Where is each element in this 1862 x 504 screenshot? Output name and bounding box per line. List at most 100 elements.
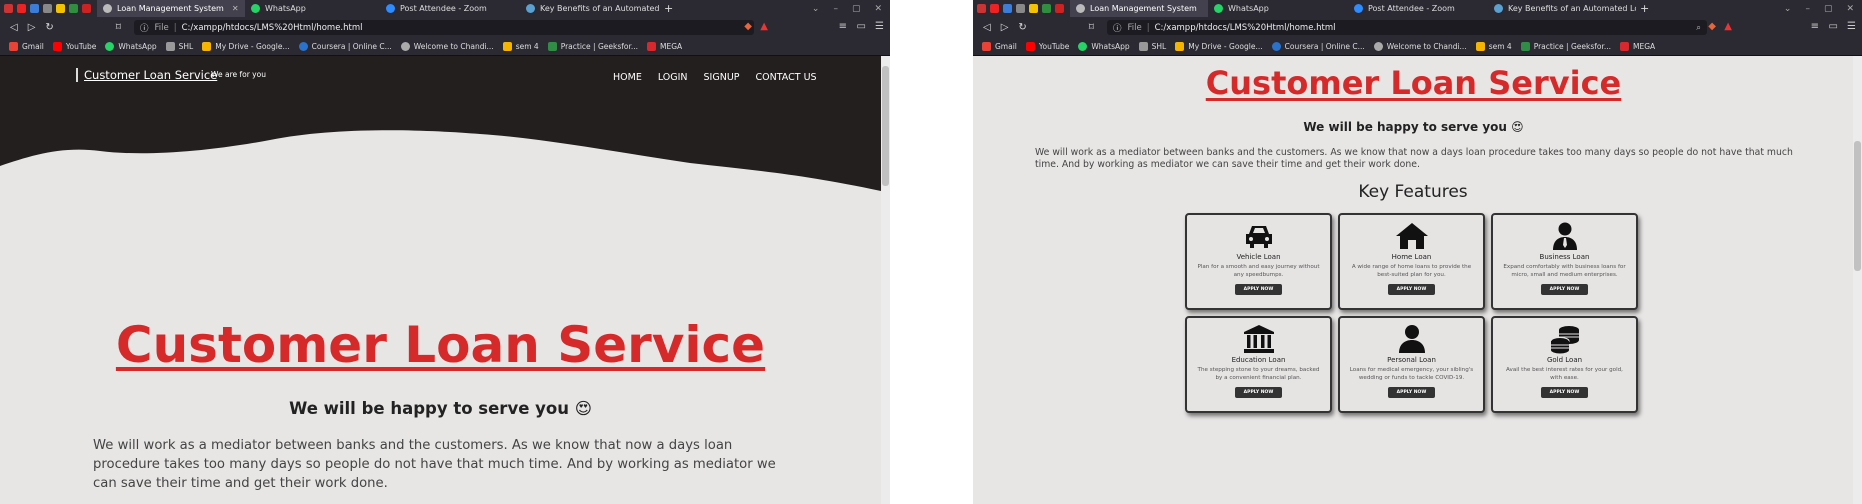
- pinned-tab-icon[interactable]: [1016, 4, 1025, 13]
- bookmark-icon[interactable]: ⌑: [116, 22, 121, 33]
- playlist-icon[interactable]: ≡: [839, 21, 847, 32]
- bookmark-gmail[interactable]: Gmail: [982, 42, 1017, 51]
- bookmark-label: sem 4: [515, 42, 539, 51]
- bookmark-gmail[interactable]: Gmail: [9, 42, 44, 51]
- youtube-icon: [52, 42, 62, 51]
- wallet-icon[interactable]: ▭: [857, 21, 866, 32]
- apply-now-button[interactable]: APPLY NOW: [1387, 284, 1436, 295]
- tab-loan-management[interactable]: Loan Management System ✕: [97, 0, 245, 17]
- bookmark-whatsapp[interactable]: WhatsApp: [105, 42, 157, 51]
- forward-icon[interactable]: ▷: [1001, 22, 1009, 33]
- bookmark-whatsapp[interactable]: WhatsApp: [1078, 42, 1130, 51]
- menu-icon[interactable]: ☰: [875, 21, 884, 32]
- reload-icon[interactable]: ↻: [1018, 22, 1026, 33]
- youtube-pinned-icon[interactable]: [17, 4, 26, 13]
- bookmark-shl[interactable]: SHL: [165, 42, 193, 51]
- youtube-pinned-icon[interactable]: [990, 4, 999, 13]
- back-icon[interactable]: ◁: [10, 22, 18, 33]
- back-icon[interactable]: ◁: [983, 22, 991, 33]
- minimize-icon[interactable]: –: [833, 4, 838, 14]
- chevron-down-icon[interactable]: ⌄: [1784, 4, 1792, 14]
- bookmark-sem4[interactable]: sem 4: [502, 42, 539, 51]
- tab-key-benefits[interactable]: Key Benefits of an Automated Loan M: [1488, 0, 1636, 17]
- nav-login[interactable]: LOGIN: [658, 72, 688, 83]
- scrollbar[interactable]: [881, 56, 890, 504]
- tab-key-benefits[interactable]: Key Benefits of an Automated Loan M: [520, 0, 660, 17]
- maximize-icon[interactable]: ▢: [1824, 4, 1833, 14]
- pinned-tab-icon[interactable]: [56, 4, 65, 13]
- nav-signup[interactable]: SIGNUP: [704, 72, 740, 83]
- pinned-tab-icon[interactable]: [977, 4, 986, 13]
- pinned-tab-icon[interactable]: [1055, 4, 1064, 13]
- brand-link[interactable]: Customer Loan Service: [76, 68, 217, 82]
- scrollbar-thumb[interactable]: [1854, 141, 1861, 271]
- bookmark-mega[interactable]: MEGA: [1620, 42, 1655, 51]
- bookmark-coursera[interactable]: Coursera | Online C...: [1271, 42, 1365, 51]
- brave-shield-icon[interactable]: ◆: [744, 21, 752, 32]
- bookmark-sem4[interactable]: sem 4: [1475, 42, 1512, 51]
- window-controls: ⌄ – ▢ ✕: [812, 4, 890, 14]
- nav-contact-us[interactable]: CONTACT US: [756, 72, 817, 83]
- apply-now-button[interactable]: APPLY NOW: [1234, 387, 1283, 398]
- bookmark-icon[interactable]: ⌑: [1089, 22, 1094, 33]
- chevron-down-icon[interactable]: ⌄: [812, 4, 820, 14]
- apply-now-button[interactable]: APPLY NOW: [1387, 387, 1436, 398]
- tab-zoom[interactable]: Post Attendee - Zoom: [1348, 0, 1488, 17]
- close-icon[interactable]: ✕: [232, 4, 239, 13]
- bookmark-mega[interactable]: MEGA: [647, 42, 682, 51]
- minimize-icon[interactable]: –: [1805, 4, 1810, 14]
- bookmark-chandi[interactable]: Welcome to Chandi...: [1373, 42, 1467, 51]
- pinned-tab-icon[interactable]: [1003, 4, 1012, 13]
- tab-whatsapp[interactable]: WhatsApp: [245, 0, 380, 17]
- intro-text: We will work as a mediator between banks…: [1035, 147, 1793, 170]
- new-tab-icon[interactable]: +: [1640, 2, 1649, 15]
- scrollbar[interactable]: [1853, 56, 1862, 504]
- close-window-icon[interactable]: ✕: [1846, 4, 1854, 14]
- bookmark-drive[interactable]: My Drive - Google...: [202, 42, 290, 51]
- tab-label: Loan Management System: [117, 4, 224, 13]
- brave-shield-icon[interactable]: ◆: [1708, 21, 1716, 32]
- bookmark-label: Coursera | Online C...: [311, 42, 392, 51]
- brave-rewards-icon[interactable]: ▲: [760, 21, 768, 32]
- pinned-tab-icon[interactable]: [4, 4, 13, 13]
- bookmark-shl[interactable]: SHL: [1138, 42, 1166, 51]
- bookmark-youtube[interactable]: YouTube: [1025, 42, 1069, 51]
- bookmark-drive[interactable]: My Drive - Google...: [1175, 42, 1263, 51]
- bookmark-chandi[interactable]: Welcome to Chandi...: [400, 42, 494, 51]
- pinned-tab-icon[interactable]: [1042, 4, 1051, 13]
- pinned-tab-icon[interactable]: [1029, 4, 1038, 13]
- menu-icon[interactable]: ☰: [1847, 21, 1856, 32]
- maximize-icon[interactable]: ▢: [852, 4, 861, 14]
- playlist-icon[interactable]: ≡: [1811, 21, 1819, 32]
- tab-whatsapp[interactable]: WhatsApp: [1208, 0, 1348, 17]
- close-window-icon[interactable]: ✕: [874, 4, 882, 14]
- pinned-tab-icon[interactable]: [30, 4, 39, 13]
- wallet-icon[interactable]: ▭: [1829, 21, 1838, 32]
- tab-zoom[interactable]: Post Attendee - Zoom: [380, 0, 520, 17]
- hero-banner: Customer Loan Service We are for you HOM…: [0, 56, 881, 236]
- apply-now-button[interactable]: APPLY NOW: [1234, 284, 1283, 295]
- bookmark-youtube[interactable]: YouTube: [52, 42, 97, 51]
- forward-icon[interactable]: ▷: [28, 22, 36, 33]
- nav-home[interactable]: HOME: [613, 72, 642, 83]
- bookmark-geeksforgeeks[interactable]: Practice | Geeksfor...: [547, 42, 638, 51]
- reload-icon[interactable]: ↻: [45, 22, 53, 33]
- apply-now-button[interactable]: APPLY NOW: [1540, 284, 1589, 295]
- address-bar[interactable]: ⓘ File | C:/xampp/htdocs/LMS%20Html/home…: [134, 20, 754, 35]
- bookmark-label: YouTube: [65, 42, 97, 51]
- mega-icon: [647, 42, 657, 51]
- address-bar[interactable]: ⓘ File | C:/xampp/htdocs/LMS%20Html/home…: [1107, 20, 1707, 35]
- tab-loan-management[interactable]: Loan Management System: [1070, 0, 1208, 17]
- feature-card-gold-loan: Gold Loan Avail the best interest rates …: [1491, 316, 1638, 413]
- bookmark-geeksforgeeks[interactable]: Practice | Geeksfor...: [1520, 42, 1611, 51]
- scrollbar-thumb[interactable]: [882, 66, 889, 186]
- pinned-tab-icon[interactable]: [69, 4, 78, 13]
- pinned-tab-icon[interactable]: [43, 4, 52, 13]
- bookmark-coursera[interactable]: Coursera | Online C...: [298, 42, 392, 51]
- pinned-tab-icon[interactable]: [82, 4, 91, 13]
- globe-icon: [1373, 42, 1383, 51]
- apply-now-button[interactable]: APPLY NOW: [1540, 387, 1589, 398]
- new-tab-icon[interactable]: +: [664, 2, 673, 15]
- zoom-icon[interactable]: ⌕: [1696, 23, 1701, 33]
- brave-rewards-icon[interactable]: ▲: [1724, 21, 1732, 32]
